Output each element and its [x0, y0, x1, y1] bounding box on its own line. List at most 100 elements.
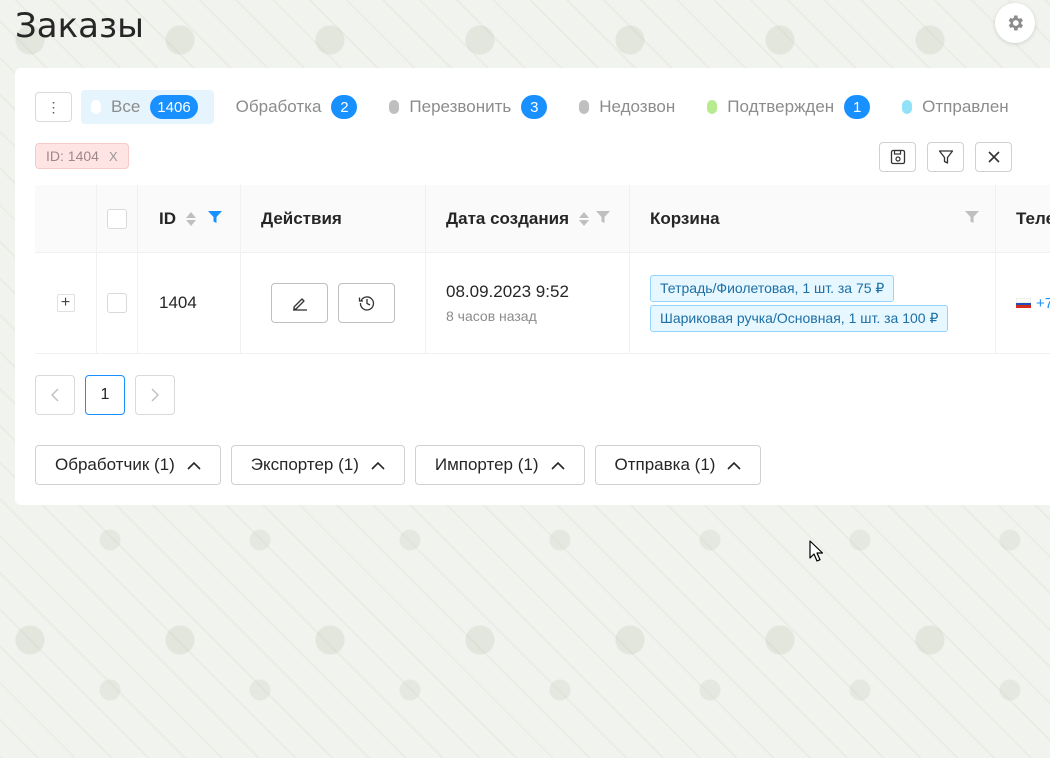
button-label: Импортер (1) [434, 455, 539, 474]
cart-item-tag: Шариковая ручка/Основная, 1 шт. за 100 ₽ [650, 304, 949, 332]
tab-label: Все [111, 97, 141, 116]
actions-cell [241, 253, 426, 353]
russia-flag-icon [1016, 298, 1031, 309]
column-filter-icon[interactable] [965, 210, 979, 224]
mouse-cursor-icon [809, 540, 823, 562]
filter-button[interactable] [927, 142, 964, 172]
id-cell: 1404 [138, 253, 241, 353]
row-checkbox[interactable] [107, 293, 127, 313]
exporter-button[interactable]: Экспортер (1) [230, 445, 405, 485]
filter-chip-label: ID: 1404 [46, 148, 99, 164]
tab-count-badge: 1 [844, 95, 871, 119]
vertical-dots-icon: ⋮ [46, 98, 61, 115]
tab-label: Отправлен [922, 97, 1009, 116]
status-dot [902, 100, 913, 114]
cart-item-tag: Тетрадь/Фиолетовая, 1 шт. за 75 ₽ [650, 274, 895, 302]
chevron-up-icon [187, 461, 201, 470]
button-label: Обработчик (1) [55, 455, 175, 474]
plus-icon: + [60, 294, 71, 311]
page-button-current[interactable]: 1 [85, 375, 125, 415]
orders-card: ⋮ Все 1406 Обработка 2 Перезвонить 3 Нед… [15, 68, 1050, 505]
column-header-cart[interactable]: Корзина [630, 185, 996, 252]
status-tabs: ⋮ Все 1406 Обработка 2 Перезвонить 3 Нед… [35, 90, 1031, 124]
history-icon [358, 296, 374, 311]
handler-button[interactable]: Обработчик (1) [35, 445, 221, 485]
tab-count-badge: 1406 [150, 95, 198, 119]
column-title: Действия [261, 208, 342, 228]
table-header: ID Действия Дата создания Корзина Тел [35, 185, 1050, 253]
dispatch-button[interactable]: Отправка (1) [594, 445, 762, 485]
tab-count-badge: 2 [331, 95, 358, 119]
column-header-id[interactable]: ID [138, 185, 241, 252]
tab-label: Обработка [235, 97, 322, 116]
phone-number: +7 [1036, 294, 1050, 312]
chevron-up-icon [550, 461, 565, 470]
filter-icon [938, 150, 953, 164]
table-toolbar [879, 142, 1012, 172]
sort-icon[interactable] [186, 211, 196, 226]
edit-order-button[interactable] [271, 283, 328, 323]
tab-confirmed[interactable]: Подтвержден 1 [697, 90, 880, 124]
clear-filters-button[interactable] [975, 142, 1012, 172]
prev-page-button[interactable] [35, 375, 75, 415]
created-date: 08.09.2023 9:52 [446, 282, 569, 301]
close-icon [987, 151, 1000, 163]
tab-label: Подтвержден [727, 97, 835, 116]
pagination: 1 [35, 375, 175, 415]
select-all-checkbox[interactable] [107, 208, 127, 229]
save-filter-button[interactable] [879, 142, 916, 172]
tab-count-badge: 3 [521, 95, 548, 119]
column-title: Теле [1016, 208, 1050, 228]
gear-icon [1008, 15, 1023, 31]
chevron-left-icon [51, 388, 59, 402]
status-dot [707, 100, 718, 114]
expand-column-header [35, 185, 97, 252]
phone-cell: +7 [996, 253, 1050, 353]
active-filter-chip: ID: 1404 X [35, 143, 129, 169]
tab-no-answer[interactable]: Недозвон [569, 90, 685, 124]
order-id: 1404 [159, 293, 197, 312]
chevron-up-icon [727, 461, 742, 470]
column-filter-icon[interactable] [596, 210, 610, 224]
chevron-right-icon [151, 388, 159, 402]
expand-row-button[interactable]: + [56, 294, 75, 312]
tab-label: Недозвон [599, 97, 676, 116]
bulk-action-buttons: Обработчик (1) Экспортер (1) Импортер (1… [35, 445, 762, 485]
tab-processing[interactable]: Обработка 2 [226, 90, 368, 124]
sort-icon[interactable] [579, 211, 590, 226]
expand-cell: + [35, 253, 97, 353]
chevron-up-icon [371, 461, 385, 470]
page-title: Заказы [15, 6, 144, 46]
status-dot [579, 100, 590, 114]
select-all-column [97, 185, 138, 252]
status-dot [91, 100, 101, 114]
edit-icon [292, 298, 307, 311]
tab-label: Перезвонить [409, 97, 512, 116]
tab-callback[interactable]: Перезвонить 3 [379, 90, 557, 124]
select-cell [97, 253, 138, 353]
phone-link[interactable]: +7 [1016, 295, 1050, 312]
cart-cell: Тетрадь/Фиолетовая, 1 шт. за 75 ₽ Шарико… [630, 253, 996, 353]
column-title: ID [159, 208, 176, 228]
column-header-actions: Действия [241, 185, 426, 252]
column-filter-icon[interactable] [208, 210, 222, 224]
column-title: Корзина [650, 208, 720, 228]
remove-filter-button[interactable]: X [109, 149, 118, 164]
column-header-created[interactable]: Дата создания [426, 185, 630, 252]
orders-table: ID Действия Дата создания Корзина Тел + … [35, 185, 1050, 354]
table-row[interactable]: + 1404 08.09.2023 9:52 8 часов назад Тет… [35, 253, 1050, 354]
importer-button[interactable]: Импортер (1) [414, 445, 585, 485]
date-cell: 08.09.2023 9:52 8 часов назад [426, 253, 630, 353]
cart-tag-list: Тетрадь/Фиолетовая, 1 шт. за 75 ₽ Шарико… [650, 274, 949, 332]
tab-sent[interactable]: Отправлен [892, 90, 1019, 124]
next-page-button[interactable] [135, 375, 175, 415]
tab-all[interactable]: Все 1406 [81, 90, 214, 124]
settings-button[interactable] [995, 3, 1035, 43]
column-title: Дата создания [446, 208, 570, 228]
button-label: Экспортер (1) [250, 455, 359, 474]
more-menu-button[interactable]: ⋮ [35, 92, 72, 122]
button-label: Отправка (1) [614, 455, 716, 474]
save-icon [890, 149, 905, 165]
column-header-phone: Теле [996, 185, 1050, 252]
history-button[interactable] [338, 283, 395, 323]
